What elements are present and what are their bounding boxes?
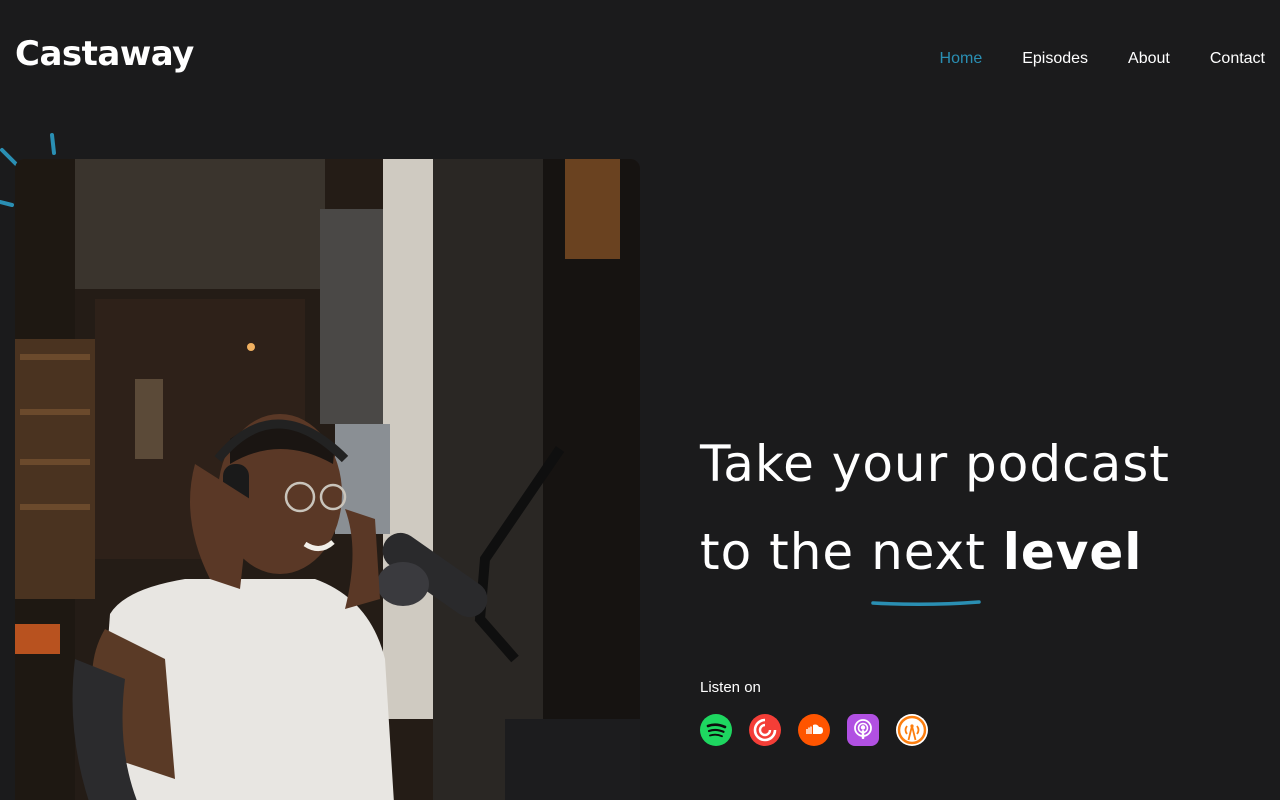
headline-bold-word: level [1002, 523, 1143, 581]
headline-line-1: Take your podcast [700, 435, 1170, 493]
nav-contact[interactable]: Contact [1210, 50, 1265, 68]
apple-podcasts-icon[interactable] [847, 714, 879, 746]
nav-about[interactable]: About [1128, 50, 1170, 68]
pocket-casts-icon[interactable] [749, 714, 781, 746]
headline-line-2-prefix: to the [700, 523, 855, 581]
spotify-icon[interactable] [700, 714, 732, 746]
platform-links [700, 714, 945, 746]
brush-underline-decoration [871, 600, 981, 607]
hero-image [15, 159, 640, 800]
nav-home[interactable]: Home [940, 50, 983, 68]
overcast-icon[interactable] [896, 714, 928, 746]
soundcloud-icon[interactable] [798, 714, 830, 746]
brand-logo[interactable]: Castaway [15, 34, 194, 74]
podcaster-illustration [15, 159, 640, 800]
main-nav: Home Episodes About Contact [900, 50, 1265, 68]
hero-headline: Take your podcast to the next level [700, 420, 1260, 607]
headline-underlined-word: next [871, 508, 986, 607]
nav-episodes[interactable]: Episodes [1022, 50, 1088, 68]
headline-next-word: next [871, 523, 986, 581]
listen-on-label: Listen on [700, 679, 761, 696]
